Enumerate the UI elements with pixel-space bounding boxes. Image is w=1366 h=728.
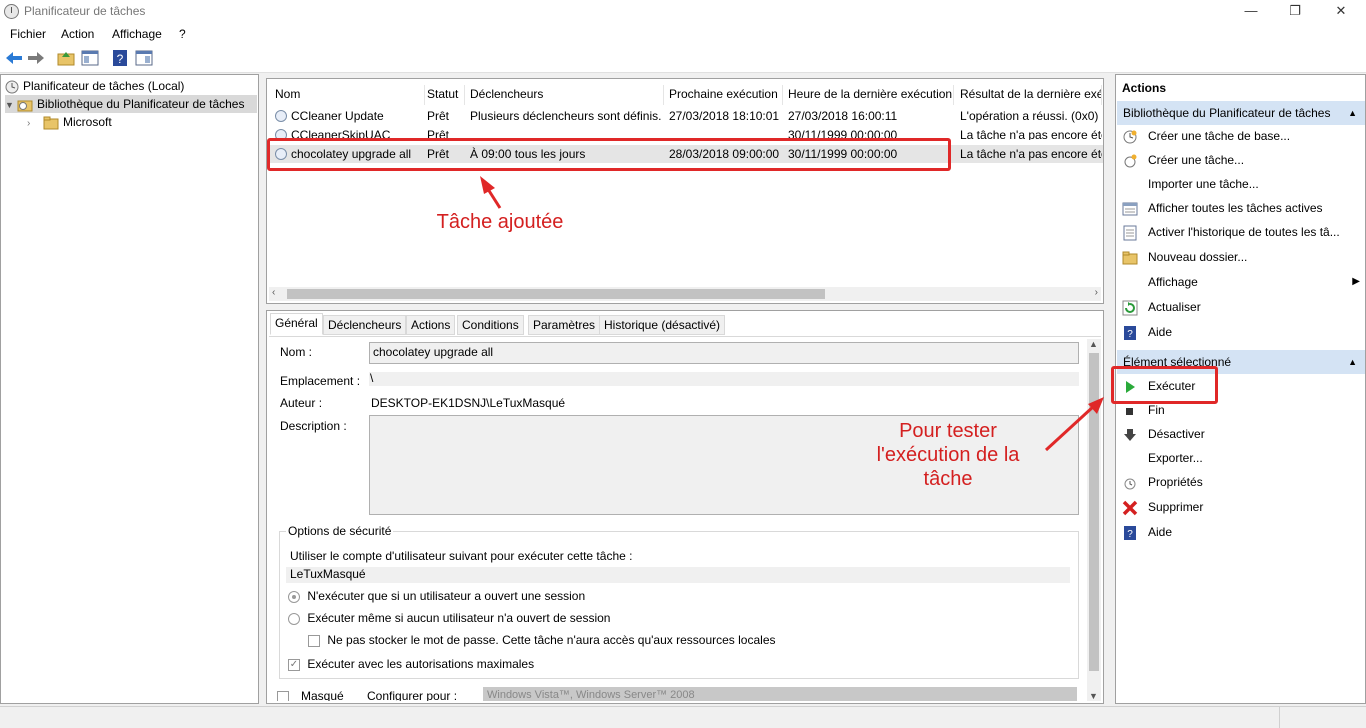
annotation-text-test: Pour tester l'exécution de la tâche [876,420,1020,490]
annotation-text-added: Tâche ajoutée [436,211,564,233]
annotation-arrow-added [480,176,502,209]
annotation-arrows [480,176,1104,452]
annotation-arrow-run [1044,397,1104,452]
